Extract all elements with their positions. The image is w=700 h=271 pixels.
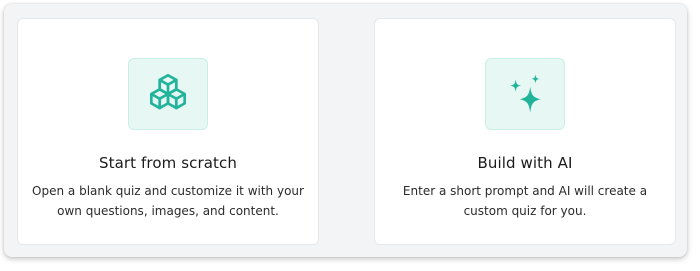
card-title: Build with AI — [477, 154, 573, 172]
start-from-scratch-card[interactable]: Start from scratch Open a blank quiz and… — [17, 18, 319, 245]
sparkles-icon — [509, 74, 541, 113]
cubes-icon-container — [128, 58, 208, 130]
card-description: Open a blank quiz and customize it with … — [32, 184, 304, 218]
build-with-ai-card[interactable]: Build with AI Enter a short prompt and A… — [374, 18, 676, 245]
card-description: Enter a short prompt and AI will create … — [402, 184, 648, 218]
card-title: Start from scratch — [99, 154, 237, 172]
options-panel: Start from scratch Open a blank quiz and… — [4, 4, 687, 257]
cubes-icon — [149, 73, 187, 110]
sparkles-icon-container — [485, 58, 565, 130]
